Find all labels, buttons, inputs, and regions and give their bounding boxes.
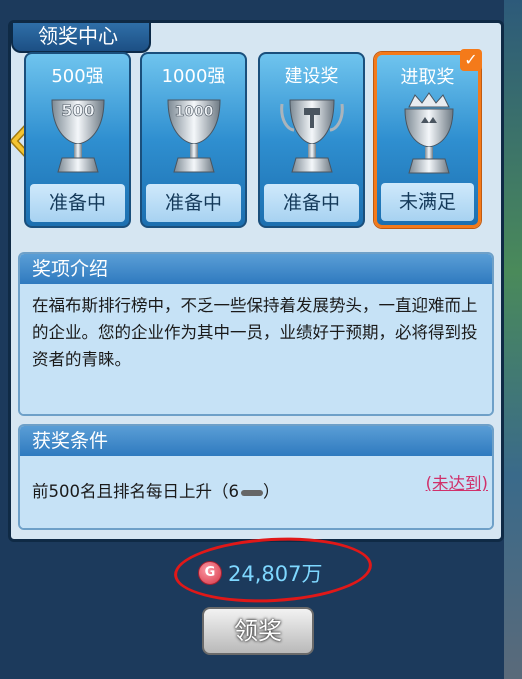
conditions-text: 前500名且排名每日上升（6 — [32, 482, 239, 501]
intro-text: 在福布斯排行榜中，不乏一些保持着发展势头，一直迎难而上的企业。您的企业作为其中一… — [20, 284, 492, 414]
award-card-title: 500强 — [51, 66, 104, 87]
award-card-title: 建设奖 — [284, 66, 339, 87]
trophy-hammer-icon — [280, 99, 344, 173]
conditions-text-end: ） — [263, 482, 280, 501]
trophy-crown-icon — [404, 92, 454, 174]
highlight-circle — [172, 532, 374, 608]
award-card-status: 未满足 — [381, 183, 474, 221]
svg-text:500: 500 — [61, 101, 94, 120]
trophy-500-icon: 500 — [51, 99, 105, 173]
award-card-500[interactable]: 500强 500 准备中 — [24, 52, 131, 228]
award-card-title: 1000强 — [161, 66, 226, 87]
conditions-status[interactable]: (未达到) — [426, 456, 488, 512]
award-intro-section: 奖项介绍 在福布斯排行榜中，不乏一些保持着发展势头，一直迎难而上的企业。您的企业… — [18, 252, 494, 416]
conditions-heading: 获奖条件 — [20, 426, 492, 456]
intro-heading: 奖项介绍 — [20, 254, 492, 284]
checkmark-icon: ✓ — [460, 49, 482, 71]
award-conditions-section: 获奖条件 前500名且排名每日上升（6 ） (未达到) — [18, 424, 494, 530]
award-card-construction[interactable]: 建设奖 准备中 — [258, 52, 365, 228]
award-card-status: 准备中 — [30, 184, 125, 222]
panel-title: 领奖中心 — [11, 23, 151, 53]
claim-award-button[interactable]: 领奖 — [202, 607, 314, 655]
award-card-1000[interactable]: 1000强 1000 准备中 — [140, 52, 247, 228]
background-map-edge — [504, 0, 522, 679]
award-card-status: 准备中 — [146, 184, 241, 222]
conditions-row: 前500名且排名每日上升（6 ） (未达到) — [20, 456, 492, 528]
redacted-mark — [241, 489, 263, 496]
award-card-status: 准备中 — [264, 184, 359, 222]
svg-text:1000: 1000 — [175, 104, 214, 120]
trophy-1000-icon: 1000 — [167, 99, 221, 173]
award-card-progress[interactable]: 进取奖 未满足 ✓ — [374, 49, 482, 228]
